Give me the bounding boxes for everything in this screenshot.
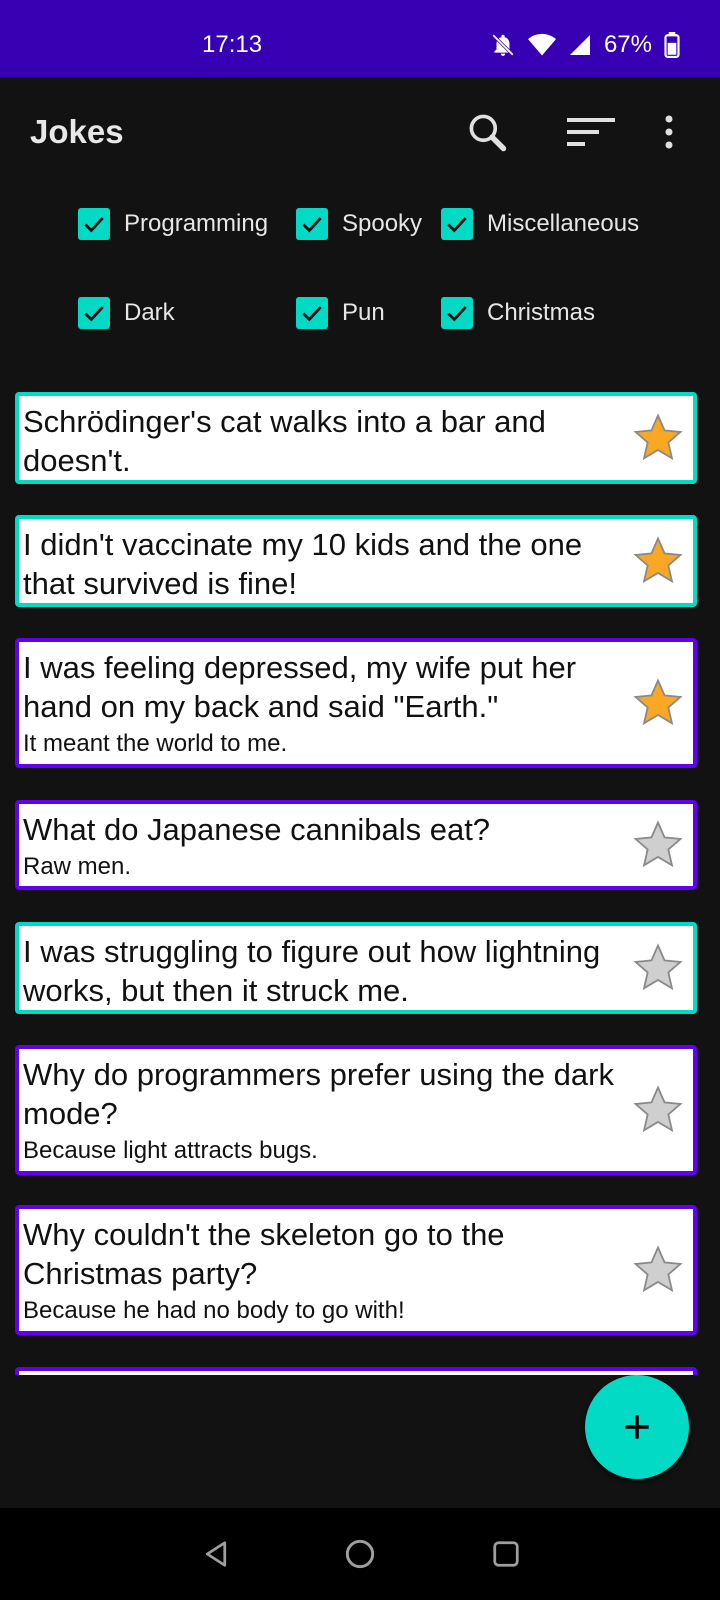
joke-setup: I was feeling depressed, my wife put her… [23,650,577,724]
joke-setup: What do Japanese cannibals eat? [23,812,491,847]
checkbox[interactable] [296,208,328,240]
joke-delivery: Because he had no body to go with! [23,1297,405,1324]
status-icons: 67% [490,31,680,59]
recents-icon [493,1541,519,1567]
joke-card[interactable]: Schrödinger's cat walks into a bar and d… [15,392,697,484]
filter-pun[interactable]: Pun [296,297,385,329]
status-bar: 17:13 67% [0,0,720,77]
category-filters: Programming Spooky Miscellaneous Dark Pu… [0,200,720,360]
battery-icon [664,32,680,58]
recents-button[interactable] [482,1530,530,1578]
joke-setup: I didn't vaccinate my 10 kids and the on… [23,527,583,601]
joke-card[interactable]: I was feeling depressed, my wife put her… [15,638,697,768]
home-icon [345,1539,375,1569]
home-button[interactable] [336,1530,384,1578]
star-icon[interactable] [631,676,685,730]
checkbox[interactable] [441,297,473,329]
filter-label: Christmas [487,299,596,326]
joke-card[interactable]: I didn't vaccinate my 10 kids and the on… [15,515,697,607]
joke-card[interactable] [15,1367,697,1375]
wifi-icon [527,33,556,56]
star-icon[interactable] [631,534,685,588]
filter-label: Spooky [342,210,423,237]
more-vert-icon[interactable] [654,107,684,157]
joke-card[interactable]: What do Japanese cannibals eat? Raw men. [15,800,697,890]
star-icon[interactable] [631,941,685,995]
checkbox[interactable] [78,208,110,240]
system-nav-bar [0,1508,720,1600]
filter-label: Miscellaneous [487,210,640,237]
filter-christmas[interactable]: Christmas [441,297,595,329]
add-joke-button[interactable] [585,1375,689,1479]
add-icon [625,1415,649,1439]
joke-setup: I was struggling to figure out how light… [23,934,601,1008]
sort-icon[interactable] [566,107,616,157]
checkbox[interactable] [296,297,328,329]
star-icon[interactable] [631,1243,685,1297]
back-button[interactable] [192,1530,240,1578]
filter-label: Dark [124,299,175,326]
joke-setup: Schrödinger's cat walks into a bar and d… [23,404,546,478]
joke-card[interactable]: Why couldn't the skeleton go to the Chri… [15,1205,697,1335]
joke-delivery: Because light attracts bugs. [23,1137,318,1164]
star-icon[interactable] [631,1083,685,1137]
joke-delivery: Raw men. [23,853,132,880]
filter-label: Programming [124,210,269,237]
star-icon[interactable] [631,411,685,465]
checkbox[interactable] [441,208,473,240]
filter-spooky[interactable]: Spooky [296,208,422,240]
filter-label: Pun [342,299,385,326]
joke-list[interactable]: Schrödinger's cat walks into a bar and d… [0,390,720,1375]
filter-miscellaneous[interactable]: Miscellaneous [441,208,639,240]
battery-text: 67% [603,31,652,58]
joke-setup: Why do programmers prefer using the dark… [23,1057,614,1131]
checkbox[interactable] [78,297,110,329]
signal-icon [569,35,590,55]
joke-card[interactable]: Why do programmers prefer using the dark… [15,1045,697,1175]
star-icon[interactable] [631,818,685,872]
filter-dark[interactable]: Dark [78,297,175,329]
filter-programming[interactable]: Programming [78,208,268,240]
app-bar: Jokes [0,77,720,187]
notifications-off-icon [492,34,514,56]
search-icon[interactable] [462,107,512,157]
joke-card[interactable]: I was struggling to figure out how light… [15,922,697,1014]
back-icon [205,1541,227,1567]
status-time: 17:13 [202,31,263,58]
joke-delivery: It meant the world to me. [23,730,288,757]
joke-setup: Why couldn't the skeleton go to the Chri… [23,1217,505,1291]
app-title: Jokes [30,113,124,150]
